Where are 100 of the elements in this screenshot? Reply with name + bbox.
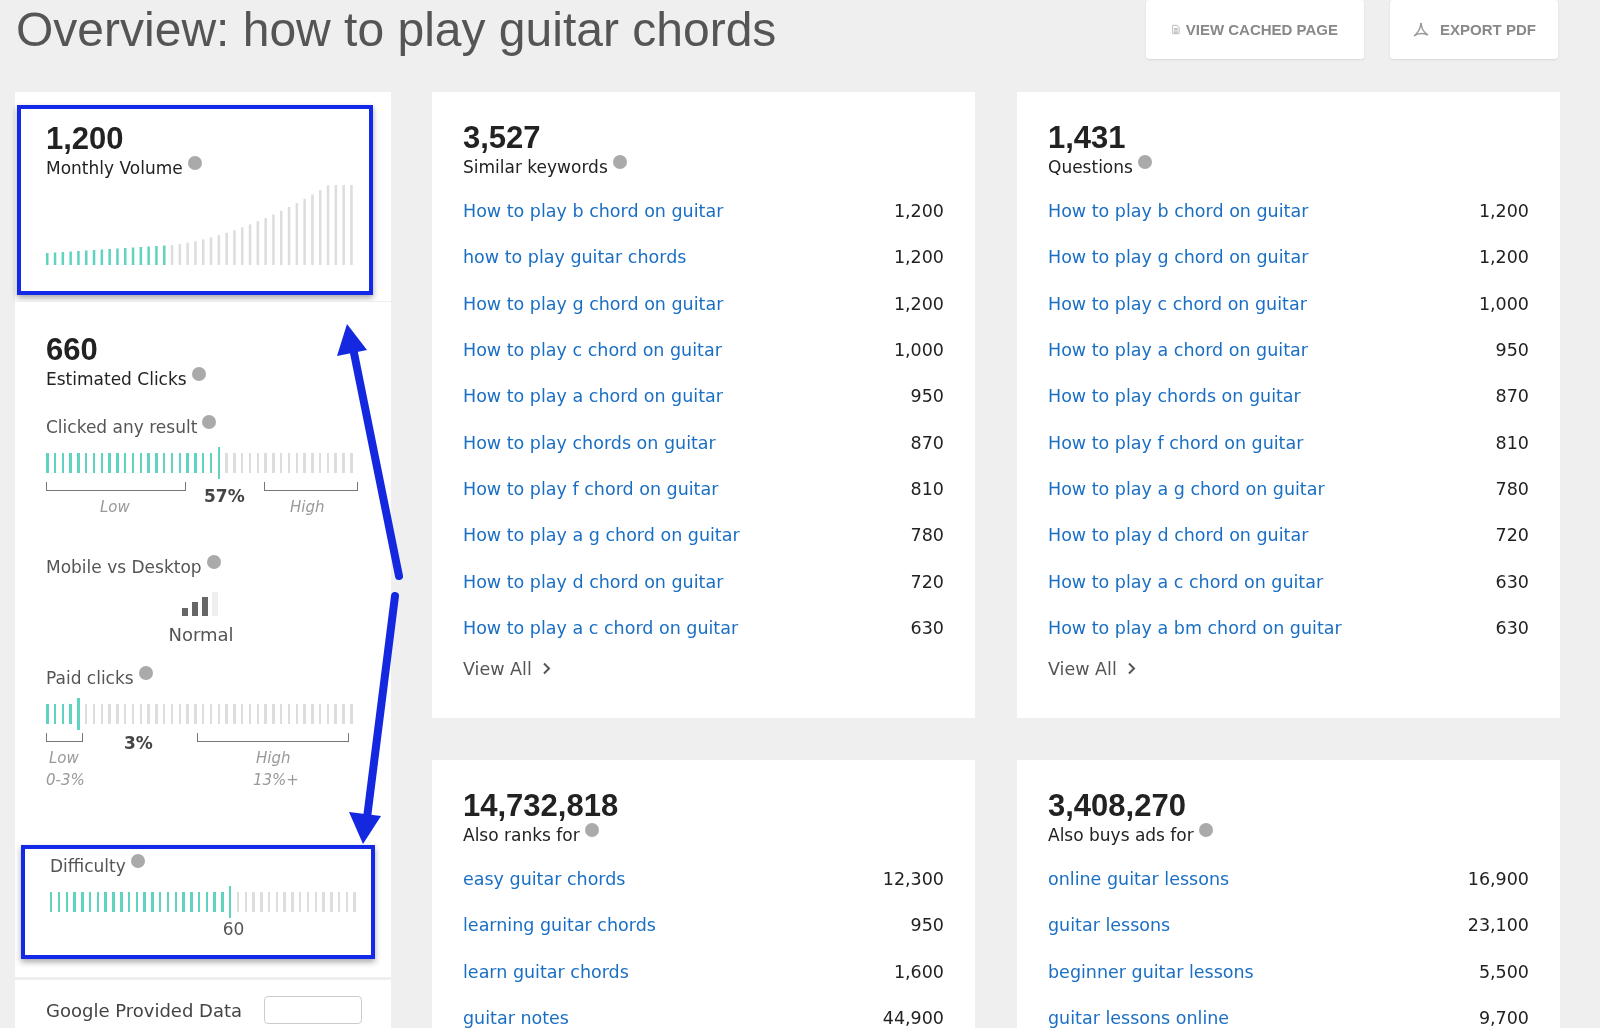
section-label: Google Provided Data [46,999,243,1021]
keyword-link[interactable]: How to play g chord on guitar [1048,247,1309,268]
keyword-link[interactable]: How to play a chord on guitar [463,386,723,407]
card-count: 3,408,270 [1048,788,1187,824]
help-icon [206,555,221,569]
volume-bar [116,248,119,265]
volume-bar [194,241,197,265]
keyword-link[interactable]: guitar lessons online [1048,1008,1230,1028]
keyword-link[interactable]: beginner guitar lessons [1048,961,1254,982]
view-all-link[interactable]: View All [1048,658,1136,679]
keyword-volume: 16,900 [1467,869,1529,890]
keyword-volume: 1,600 [893,961,944,982]
keyword-link[interactable]: How to play g chord on guitar [463,293,724,314]
metric-value: 1,200 [46,121,125,157]
keyword-link[interactable]: How to play a chord on guitar [1048,340,1308,361]
keyword-link[interactable]: How to play b chord on guitar [463,201,724,222]
volume-bar [248,224,252,265]
keyword-link[interactable]: how to play guitar chords [463,247,687,268]
keyword-link[interactable]: learning guitar chords [463,915,656,936]
metric-reading: 57% [204,486,245,506]
help-icon [191,367,206,381]
keyword-link[interactable]: guitar notes [463,1008,569,1028]
chevron-right-icon [1126,662,1136,676]
volume-bar [124,248,127,265]
keyword-volume: 780 [910,525,944,546]
volume-bar [303,198,306,265]
scale-label: High [290,498,325,516]
keyword-link[interactable]: How to play c chord on guitar [463,340,722,361]
document-icon [1172,22,1180,37]
volume-bar [311,194,314,265]
help-icon [130,854,145,868]
keyword-link[interactable]: How to play a c chord on guitar [463,617,739,638]
keyword-link[interactable]: How to play d chord on guitar [463,571,724,592]
keyword-volume: 810 [1495,432,1529,453]
volume-bar [217,235,221,265]
help-icon [584,823,599,837]
view-cached-page-button[interactable]: VIEW CACHED PAGE [1146,0,1364,59]
keyword-volume: 870 [910,432,944,453]
volume-bar [139,247,143,265]
mobile-reading: Normal [168,624,234,645]
metric-label: Estimated Clicks [46,368,187,390]
keyword-volume: 810 [910,478,944,499]
volume-bar [295,203,299,265]
metric-label: Monthly Volume [46,157,183,179]
metric-label: Clicked any result [46,416,198,438]
volume-bar [178,244,182,265]
difficulty-score: 60 [222,919,245,939]
card-title: Questions [1048,156,1133,178]
toggle-button[interactable] [264,996,363,1024]
keyword-link[interactable]: How to play f chord on guitar [463,478,719,499]
keyword-volume: 44,900 [882,1008,944,1028]
keyword-volume: 720 [1495,525,1529,546]
volume-bar [77,251,80,265]
metric-label: Difficulty [50,855,126,877]
card-count: 3,527 [463,120,542,156]
help-icon [612,155,627,169]
keyword-link[interactable]: How to play a g chord on guitar [463,525,740,546]
export-pdf-button[interactable]: EXPORT PDF [1390,0,1558,59]
card-count: 1,431 [1048,120,1127,156]
view-all-link[interactable]: View All [463,658,551,679]
volume-bar [272,214,275,265]
volume-bar [46,253,49,265]
keyword-volume: 950 [910,915,944,936]
keyword-link[interactable]: learn guitar chords [463,961,629,982]
volume-bar [186,242,189,265]
keyword-volume: 1,200 [1478,201,1529,222]
help-icon [187,156,202,170]
volume-bar [241,227,244,265]
keyword-link[interactable]: How to play chords on guitar [463,432,716,453]
keyword-link[interactable]: How to play b chord on guitar [1048,201,1309,222]
keyword-link[interactable]: How to play c chord on guitar [1048,293,1307,314]
keyword-volume: 1,200 [893,201,944,222]
volume-bar [256,221,260,265]
keyword-volume: 630 [1495,571,1529,592]
keyword-link[interactable]: How to play d chord on guitar [1048,525,1309,546]
volume-bar [202,239,205,265]
keyword-volume: 780 [1495,478,1529,499]
scale-label: Low [49,749,79,767]
scale-label: Low [100,498,130,516]
keyword-link[interactable]: How to play f chord on guitar [1048,432,1304,453]
keyword-volume: 5,500 [1478,961,1529,982]
keyword-link[interactable]: guitar lessons [1048,915,1171,936]
volume-bar [92,250,96,265]
keyword-volume: 1,200 [893,293,944,314]
volume-bar [280,210,283,265]
volume-bar [108,249,111,265]
keyword-link[interactable]: online guitar lessons [1048,869,1230,890]
keyword-volume: 12,300 [882,869,944,890]
volume-bar [209,237,213,265]
card-count: 14,732,818 [463,788,620,824]
help-icon [1137,155,1152,169]
keyword-link[interactable]: easy guitar chords [463,869,626,890]
keyword-link[interactable]: How to play a c chord on guitar [1048,571,1324,592]
keyword-link[interactable]: How to play a g chord on guitar [1048,478,1325,499]
keyword-link[interactable]: How to play chords on guitar [1048,386,1301,407]
volume-bar [287,207,291,265]
volume-bar [225,232,228,265]
keyword-link[interactable]: How to play a bm chord on guitar [1048,617,1342,638]
keyword-volume: 9,700 [1478,1008,1529,1028]
help-icon [138,666,153,680]
